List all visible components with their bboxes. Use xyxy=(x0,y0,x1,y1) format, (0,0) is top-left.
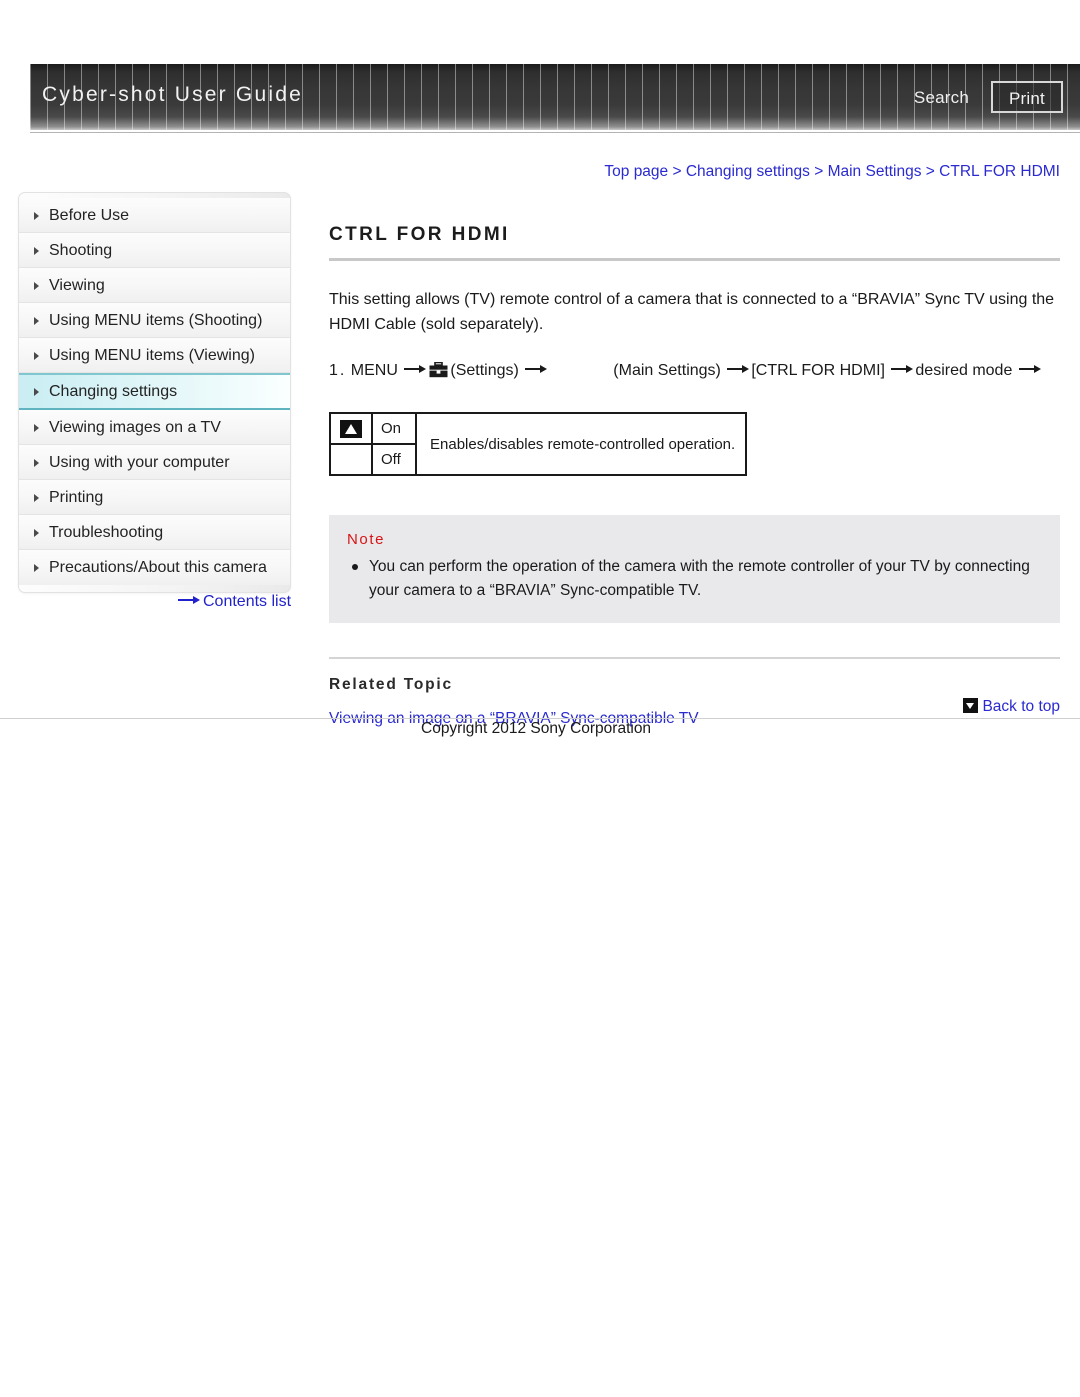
note-title: Note xyxy=(347,531,386,548)
page-title: CTRL FOR HDMI xyxy=(329,224,510,245)
arrow-right-icon xyxy=(523,364,549,374)
sidebar-item-shooting[interactable]: Shooting xyxy=(19,233,290,268)
sidebar-item-label: Printing xyxy=(49,489,104,506)
bullet-triangle-icon xyxy=(34,529,39,537)
option-description: Enables/disables remote-controlled opera… xyxy=(414,412,748,476)
sidebar-item-label: Viewing images on a TV xyxy=(49,419,221,436)
bullet-triangle-icon xyxy=(34,459,39,467)
sidebar-item-viewing[interactable]: Viewing xyxy=(19,268,290,303)
step-instruction: 1. MENU (Settings) (Main Settings) [CTRL… xyxy=(329,360,1060,382)
bullet-triangle-icon xyxy=(34,317,39,325)
step-mode-label: desired mode xyxy=(915,362,1013,379)
header-banner: Cyber-shot User Guide Search Print xyxy=(30,64,1080,130)
footer-divider xyxy=(0,718,1080,719)
sidebar-item-using-menu-items-viewing[interactable]: Using MENU items (Viewing) xyxy=(19,338,290,373)
bullet-triangle-icon xyxy=(34,388,39,396)
option-table: On Enables/disables remote-controlled op… xyxy=(329,412,748,476)
sidebar-item-label: Using MENU items (Shooting) xyxy=(49,312,263,329)
marker-cell-empty xyxy=(329,443,373,476)
bullet-triangle-icon xyxy=(34,352,39,360)
sidebar-item-label: Viewing xyxy=(49,277,105,294)
header-divider xyxy=(30,132,1080,133)
breadcrumb[interactable]: Top page > Changing settings > Main Sett… xyxy=(604,163,1060,181)
contents-list-label: Contents list xyxy=(203,593,292,610)
bullet-triangle-icon xyxy=(34,247,39,255)
search-link[interactable]: Search xyxy=(914,88,969,108)
bullet-triangle-icon xyxy=(34,494,39,502)
sidebar-item-before-use[interactable]: Before Use xyxy=(19,198,290,233)
contents-list-link[interactable]: Contents list xyxy=(178,593,291,611)
bullet-triangle-icon xyxy=(34,564,39,572)
option-label-on: On xyxy=(371,412,417,445)
sidebar-item-label: Shooting xyxy=(49,242,113,259)
bullet-triangle-icon xyxy=(34,424,39,432)
copyright-text: Copyright 2012 Sony Corporation xyxy=(421,720,652,737)
arrow-right-icon xyxy=(178,596,200,604)
sidebar-item-precautions-about-this-camera[interactable]: Precautions/About this camera xyxy=(19,550,290,585)
title-divider xyxy=(329,258,1060,261)
default-setting-marker-cell xyxy=(329,412,373,445)
note-body: You can perform the operation of the cam… xyxy=(347,555,1042,603)
sidebar-item-using-menu-items-shooting[interactable]: Using MENU items (Shooting) xyxy=(19,303,290,338)
sidebar-item-label: Precautions/About this camera xyxy=(49,559,267,576)
bullet-triangle-icon xyxy=(34,212,39,220)
option-label-off: Off xyxy=(371,443,417,476)
back-to-top-link[interactable]: Back to top xyxy=(963,698,1060,716)
sidebar-item-label: Using with your computer xyxy=(49,454,230,471)
table-row: On Enables/disables remote-controlled op… xyxy=(329,412,748,476)
note-body-text: You can perform the operation of the cam… xyxy=(369,558,1030,599)
sidebar-item-changing-settings[interactable]: Changing settings xyxy=(19,373,290,410)
step-main-settings-label: (Main Settings) xyxy=(613,362,721,379)
sidebar-item-label: Using MENU items (Viewing) xyxy=(49,347,255,364)
sidebar-item-troubleshooting[interactable]: Troubleshooting xyxy=(19,515,290,550)
bullet-triangle-icon xyxy=(34,282,39,290)
sidebar-nav: Before Use Shooting Viewing Using MENU i… xyxy=(18,192,291,593)
arrow-right-icon xyxy=(1017,364,1043,374)
arrow-right-icon xyxy=(402,364,428,374)
site-title: Cyber-shot User Guide xyxy=(42,83,303,106)
intro-paragraph: This setting allows (TV) remote control … xyxy=(329,291,1055,333)
sidebar-item-label: Before Use xyxy=(49,207,130,224)
sidebar-item-viewing-images-on-a-tv[interactable]: Viewing images on a TV xyxy=(19,410,290,445)
sidebar-item-label: Changing settings xyxy=(49,383,178,400)
default-triangle-icon xyxy=(340,419,362,438)
step-number: 1. xyxy=(329,362,347,379)
main-content: CTRL FOR HDMI This setting allows (TV) r… xyxy=(329,224,1060,728)
print-button[interactable]: Print xyxy=(991,81,1063,113)
related-topic-title: Related Topic xyxy=(329,676,453,693)
triangle-down-icon xyxy=(963,698,979,713)
sidebar-item-printing[interactable]: Printing xyxy=(19,480,290,515)
note-box: Note You can perform the operation of th… xyxy=(329,515,1060,623)
sidebar-item-label: Troubleshooting xyxy=(49,524,164,541)
step-menu-label: MENU xyxy=(350,362,398,379)
arrow-right-icon xyxy=(725,364,751,374)
bullet-dot-icon xyxy=(352,564,358,570)
step-item-label: [CTRL FOR HDMI] xyxy=(751,362,885,379)
step-settings-label: (Settings) xyxy=(450,362,519,379)
sidebar-item-using-with-your-computer[interactable]: Using with your computer xyxy=(19,445,290,480)
site-header: Cyber-shot User Guide Search Print xyxy=(30,64,1080,134)
back-to-top-label: Back to top xyxy=(982,698,1060,715)
settings-toolbox-icon xyxy=(429,361,448,378)
related-divider xyxy=(329,657,1060,659)
arrow-right-icon xyxy=(889,364,915,374)
